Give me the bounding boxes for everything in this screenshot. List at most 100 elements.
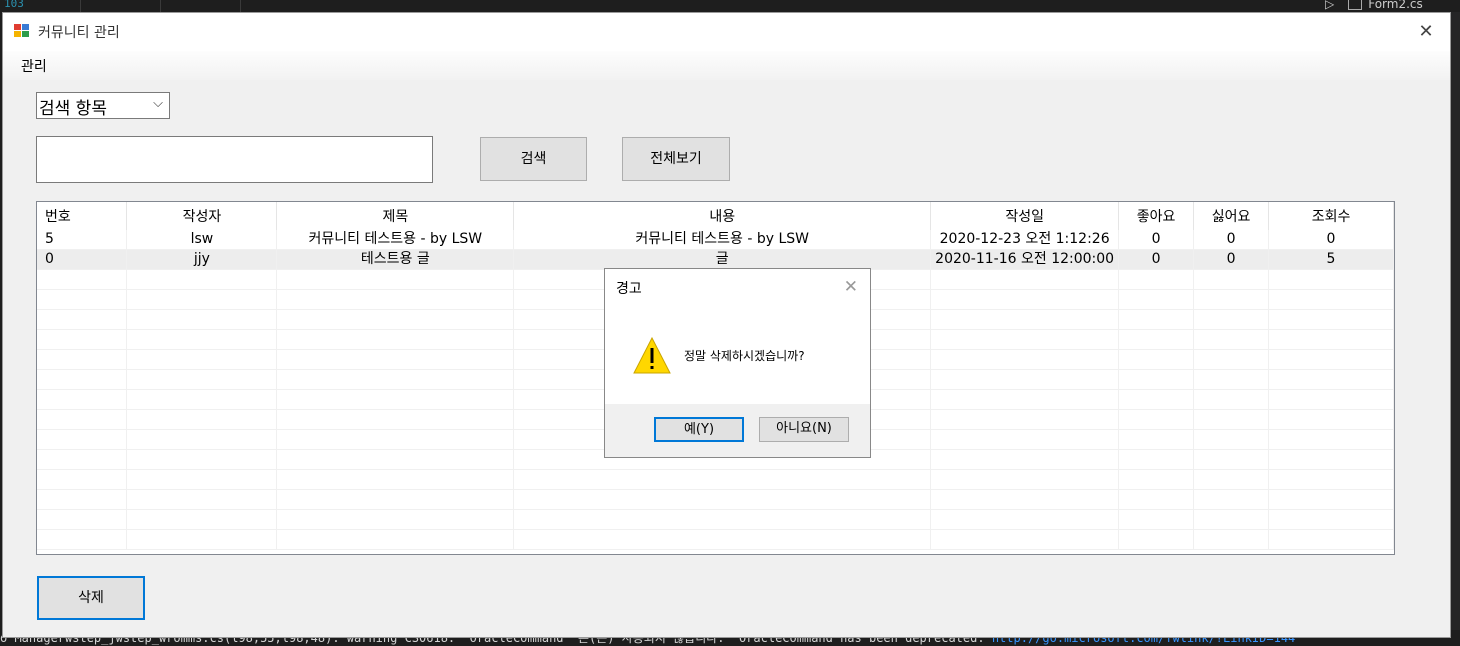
table-cell: 2020-12-23 오전 1:12:26 <box>930 230 1120 250</box>
dialog-footer: 예(Y) 아니요(N) <box>605 404 870 457</box>
empty-cell <box>37 369 128 390</box>
table-cell: 커뮤니티 테스트용 - by LSW <box>276 230 515 250</box>
yes-button[interactable]: 예(Y) <box>654 417 744 442</box>
empty-cell <box>1268 529 1394 550</box>
empty-cell <box>1193 509 1270 530</box>
empty-cell <box>930 509 1120 530</box>
no-button[interactable]: 아니요(N) <box>759 417 849 442</box>
empty-cell <box>930 469 1120 490</box>
empty-cell <box>1118 469 1195 490</box>
empty-cell <box>1268 309 1394 330</box>
empty-cell <box>37 309 128 330</box>
empty-cell <box>126 429 278 450</box>
ide-side-panel <box>1450 12 1460 632</box>
empty-cell <box>1193 469 1270 490</box>
empty-cell <box>276 289 515 310</box>
empty-cell <box>37 509 128 530</box>
column-header[interactable]: 번호 <box>37 202 128 230</box>
table-cell: 커뮤니티 테스트용 - by LSW <box>513 230 932 250</box>
empty-cell <box>126 369 278 390</box>
empty-cell <box>276 489 515 510</box>
empty-cell <box>1268 509 1394 530</box>
chevron-down-icon: ⌵ <box>153 96 163 111</box>
empty-cell <box>1193 529 1270 550</box>
empty-cell <box>126 489 278 510</box>
dialog-message: 정말 삭제하시겠습니까? <box>684 349 805 363</box>
empty-cell <box>1118 389 1195 410</box>
empty-cell <box>126 529 278 550</box>
empty-cell <box>276 369 515 390</box>
empty-cell <box>276 349 515 370</box>
column-header[interactable]: 내용 <box>513 202 932 230</box>
column-header[interactable]: 작성자 <box>126 202 278 230</box>
empty-cell <box>126 309 278 330</box>
empty-cell <box>1118 509 1195 530</box>
empty-cell <box>930 309 1120 330</box>
indent-guide <box>80 0 81 12</box>
table-cell: 0 <box>1193 230 1270 250</box>
empty-cell <box>930 429 1120 450</box>
empty-cell <box>37 269 128 290</box>
solution-tree-item[interactable]: ▷ Form2.cs <box>1325 0 1423 11</box>
app-icon <box>14 24 30 39</box>
table-cell: jjy <box>126 249 278 270</box>
empty-cell <box>126 449 278 470</box>
search-field-combo[interactable]: 검색 항목 ⌵ <box>36 92 170 119</box>
menu-item-manage[interactable]: 관리 <box>21 56 47 76</box>
empty-cell <box>1118 289 1195 310</box>
empty-cell <box>276 389 515 410</box>
empty-cell <box>930 349 1120 370</box>
empty-cell <box>37 409 128 430</box>
empty-cell <box>513 469 932 490</box>
table-cell: lsw <box>126 230 278 250</box>
empty-cell <box>276 469 515 490</box>
empty-cell <box>1193 369 1270 390</box>
empty-cell <box>37 329 128 350</box>
empty-cell <box>513 509 932 530</box>
close-icon[interactable]: ✕ <box>1412 18 1440 46</box>
empty-cell <box>930 329 1120 350</box>
empty-cell <box>930 269 1120 290</box>
empty-cell <box>276 309 515 330</box>
empty-cell <box>513 489 932 510</box>
empty-cell <box>1193 409 1270 430</box>
empty-cell <box>1268 409 1394 430</box>
empty-cell <box>1118 489 1195 510</box>
table-cell: 0 <box>37 249 128 270</box>
column-header[interactable]: 싫어요 <box>1193 202 1270 230</box>
delete-button[interactable]: 삭제 <box>37 576 145 620</box>
column-header[interactable]: 제목 <box>276 202 515 230</box>
empty-cell <box>1118 349 1195 370</box>
empty-cell <box>126 409 278 430</box>
line-number: 103 <box>4 0 24 10</box>
empty-cell <box>37 289 128 310</box>
warning-dialog: 경고 ✕ 정말 삭제하시겠습니까? 예(Y) 아니요(N) <box>604 268 871 458</box>
tree-item-label: Form2.cs <box>1368 0 1423 11</box>
empty-cell <box>276 329 515 350</box>
empty-cell <box>930 489 1120 510</box>
table-row[interactable]: 0 jjy 테스트용 글 글 2020-11-16 오전 12:00:00 0 … <box>37 249 1394 270</box>
column-header[interactable]: 작성일 <box>930 202 1120 230</box>
combo-value: 검색 항목 <box>39 99 107 119</box>
empty-cell <box>930 529 1120 550</box>
column-header[interactable]: 좋아요 <box>1118 202 1195 230</box>
empty-cell <box>37 429 128 450</box>
empty-cell <box>1193 309 1270 330</box>
search-button[interactable]: 검색 <box>480 137 587 181</box>
table-cell: 0 <box>1193 249 1270 270</box>
search-input[interactable] <box>36 136 433 183</box>
empty-cell <box>126 289 278 310</box>
empty-cell <box>1118 369 1195 390</box>
title-bar: 커뮤니티 관리 ✕ <box>3 13 1450 51</box>
empty-cell <box>276 429 515 450</box>
table-row[interactable]: 5 lsw 커뮤니티 테스트용 - by LSW 커뮤니티 테스트용 - by … <box>37 230 1394 250</box>
empty-cell <box>1193 449 1270 470</box>
empty-cell <box>276 269 515 290</box>
view-all-button[interactable]: 전체보기 <box>622 137 730 181</box>
empty-cell <box>1118 409 1195 430</box>
empty-cell <box>276 529 515 550</box>
empty-cell <box>276 509 515 530</box>
table-cell: 5 <box>37 230 128 250</box>
column-header[interactable]: 조회수 <box>1268 202 1394 230</box>
dialog-close-icon[interactable]: ✕ <box>844 277 858 297</box>
